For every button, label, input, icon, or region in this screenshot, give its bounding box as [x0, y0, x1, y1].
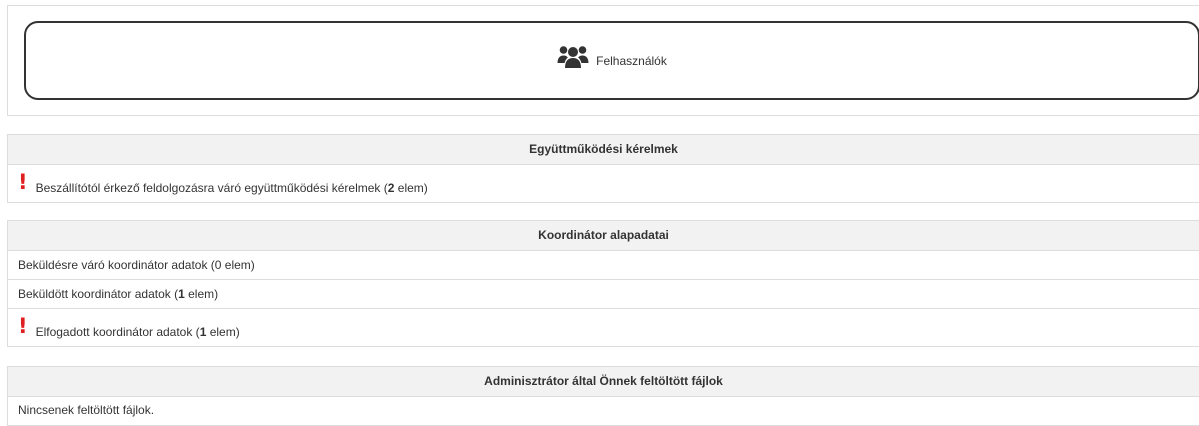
- section-title: Koordinátor alapadatai: [8, 221, 1199, 251]
- list-item-label: Beküldésre váró koordinátor adatok (0 el…: [18, 258, 255, 272]
- users-button-label: Felhasználók: [596, 53, 667, 68]
- list-item[interactable]: Beküldésre váró koordinátor adatok (0 el…: [8, 251, 1199, 280]
- list-item-label: Elfogadott koordinátor adatok (1 elem): [35, 325, 240, 339]
- item-count: 1: [178, 287, 185, 301]
- list-item[interactable]: Beküldött koordinátor adatok (1 elem): [8, 280, 1199, 309]
- alert-icon: !: [18, 170, 28, 194]
- list-item: Nincsenek feltöltött fájlok.: [8, 397, 1199, 422]
- coordinator-data-section: Koordinátor alapadatai Beküldésre váró k…: [7, 220, 1199, 347]
- dashboard-top-panel: Felhasználók: [7, 5, 1199, 116]
- list-item[interactable]: ! Beszállítótól érkező feldolgozásra vár…: [8, 165, 1199, 202]
- section-title: Együttműködési kérelmek: [8, 135, 1199, 165]
- uploaded-files-section: Adminisztrátor által Önnek feltöltött fá…: [7, 366, 1199, 426]
- users-button[interactable]: Felhasználók: [24, 21, 1199, 100]
- cooperation-requests-section: Együttműködési kérelmek ! Beszállítótól …: [7, 134, 1199, 203]
- list-item-label: Beküldött koordinátor adatok (1 elem): [18, 287, 219, 301]
- list-item[interactable]: ! Elfogadott koordinátor adatok (1 elem): [8, 309, 1199, 346]
- users-icon: [557, 43, 589, 73]
- list-item-label: Beszállítótól érkező feldolgozásra váró …: [35, 181, 428, 195]
- alert-icon: !: [18, 314, 28, 338]
- section-title: Adminisztrátor által Önnek feltöltött fá…: [8, 367, 1199, 397]
- empty-state-text: Nincsenek feltöltött fájlok.: [18, 402, 155, 417]
